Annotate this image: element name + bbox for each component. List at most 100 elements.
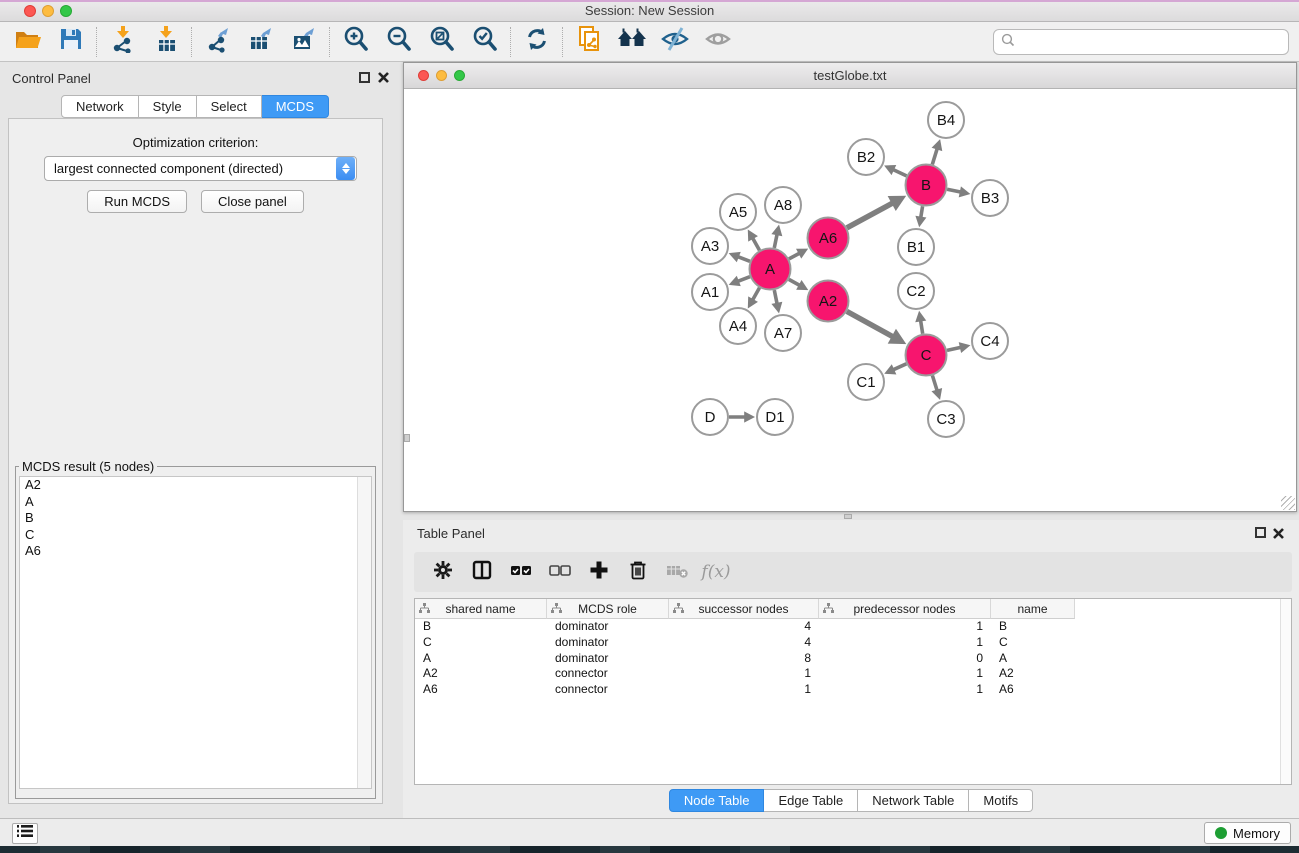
splitpane-grip[interactable] xyxy=(844,514,852,519)
network-window-titlebar[interactable]: testGlobe.txt xyxy=(404,63,1296,89)
graph-edge-B-B4[interactable] xyxy=(932,148,937,165)
export-network-button[interactable] xyxy=(196,25,239,59)
graph-edge-A2-C[interactable] xyxy=(847,311,894,337)
delete-column-button[interactable] xyxy=(623,555,653,589)
tab-network-table[interactable]: Network Table xyxy=(858,789,969,812)
column-header-predecessor-nodes[interactable]: predecessor nodes xyxy=(819,599,991,619)
zoom-fit-button[interactable] xyxy=(420,25,463,59)
add-column-button[interactable] xyxy=(584,555,614,589)
eye-slash-icon xyxy=(660,26,690,57)
graph-edge-A-A8[interactable] xyxy=(774,233,777,248)
export-image-button[interactable] xyxy=(282,25,325,59)
zoom-out-button[interactable] xyxy=(377,25,420,59)
graph-edge-C-C2[interactable] xyxy=(920,319,922,333)
tab-style[interactable]: Style xyxy=(139,95,197,118)
tab-motifs[interactable]: Motifs xyxy=(969,789,1033,812)
splitpane-grip[interactable] xyxy=(404,434,410,442)
table-row[interactable]: A6connector11A6 xyxy=(415,682,1291,698)
graph-edge-A6-B[interactable] xyxy=(847,203,894,228)
graph-edge-arrowhead xyxy=(744,411,755,422)
toolbar-separator xyxy=(96,27,97,57)
table-row[interactable]: Bdominator41B xyxy=(415,619,1291,635)
function-builder-button[interactable]: f(x) xyxy=(701,555,731,589)
mcds-result-title: MCDS result (5 nodes) xyxy=(19,459,157,474)
graph-edge-A-A2[interactable] xyxy=(789,279,801,285)
tab-mcds[interactable]: MCDS xyxy=(262,95,329,118)
float-panel-icon[interactable] xyxy=(359,72,370,83)
column-header-name[interactable]: name xyxy=(991,599,1075,619)
export-table-button[interactable] xyxy=(239,25,282,59)
graph-edge-A-A1[interactable] xyxy=(737,277,750,282)
graph-edge-C-C1[interactable] xyxy=(892,364,906,370)
import-table-button[interactable] xyxy=(144,25,187,59)
graph-edge-arrowhead xyxy=(915,216,926,228)
table-row[interactable]: A2connector11A2 xyxy=(415,666,1291,682)
delete-table-button[interactable] xyxy=(662,555,692,589)
result-scrollbar[interactable] xyxy=(357,477,371,788)
control-panel: Control Panel NetworkStyleSelectMCDS Opt… xyxy=(0,62,390,818)
table-cell: B xyxy=(991,619,1075,635)
import-network-button[interactable] xyxy=(101,25,144,59)
mcds-result-item[interactable]: A xyxy=(20,494,371,511)
table-cell: connector xyxy=(547,682,669,698)
first-neighbors-button[interactable] xyxy=(610,25,653,59)
tab-node-table[interactable]: Node Table xyxy=(669,789,765,812)
graph-edge-arrowhead xyxy=(959,186,971,197)
save-session-button[interactable] xyxy=(49,25,92,59)
tab-select[interactable]: Select xyxy=(197,95,262,118)
graph-edge-B-B2[interactable] xyxy=(892,169,906,176)
table-cell: B xyxy=(415,619,547,635)
memory-button[interactable]: Memory xyxy=(1204,822,1291,844)
task-history-button[interactable] xyxy=(12,823,38,844)
show-all-button[interactable] xyxy=(696,25,739,59)
mcds-result-item[interactable]: B xyxy=(20,510,371,527)
close-panel-icon[interactable] xyxy=(377,71,390,84)
mcds-result-list[interactable]: A2ABCA6 xyxy=(19,476,372,789)
graph-edge-A-A3[interactable] xyxy=(737,256,750,261)
table-settings-button[interactable] xyxy=(428,555,458,589)
search-input[interactable] xyxy=(1016,32,1288,52)
column-header-shared-name[interactable]: shared name xyxy=(415,599,547,619)
column-layout-button[interactable] xyxy=(467,555,497,589)
run-mcds-button[interactable]: Run MCDS xyxy=(87,190,187,213)
close-panel-button[interactable]: Close panel xyxy=(201,190,304,213)
close-panel-icon[interactable] xyxy=(1272,527,1285,540)
mcds-result-item[interactable]: A6 xyxy=(20,543,371,560)
float-panel-icon[interactable] xyxy=(1255,527,1266,538)
table-cell: C xyxy=(991,635,1075,651)
select-all-button[interactable] xyxy=(506,555,536,589)
graph-edge-A-A4[interactable] xyxy=(752,288,759,301)
table-row[interactable]: Cdominator41C xyxy=(415,635,1291,651)
graph-edge-arrowhead xyxy=(771,225,782,237)
tab-edge-table[interactable]: Edge Table xyxy=(764,789,858,812)
graph-edge-arrowhead xyxy=(931,388,942,400)
graph-node-label: B xyxy=(921,177,931,194)
zoom-in-button[interactable] xyxy=(334,25,377,59)
open-session-button[interactable] xyxy=(6,25,49,59)
tab-network[interactable]: Network xyxy=(61,95,139,118)
graph-edge-A-A7[interactable] xyxy=(774,290,777,305)
graph-edge-C-C3[interactable] xyxy=(932,376,937,392)
graph-edge-A-A5[interactable] xyxy=(752,237,759,250)
graph-node-label: A1 xyxy=(701,284,719,301)
zoom-selected-button[interactable] xyxy=(463,25,506,59)
mcds-result-item[interactable]: C xyxy=(20,527,371,544)
criterion-dropdown[interactable]: largest connected component (directed) xyxy=(44,156,357,181)
new-network-from-selection-button[interactable] xyxy=(567,25,610,59)
network-canvas[interactable]: B4B2BB3A5A8A6B1A3AA1C2A2A4A7C4CC1C3DD1 xyxy=(404,89,1296,511)
graph-edge-C-C4[interactable] xyxy=(947,347,962,350)
table-cell: 0 xyxy=(819,651,991,667)
window-resize-grip[interactable] xyxy=(1281,496,1295,510)
refresh-layout-button[interactable] xyxy=(515,25,558,59)
graph-edge-B-B3[interactable] xyxy=(947,189,962,192)
save-floppy-icon xyxy=(58,26,84,57)
search-field[interactable] xyxy=(993,29,1289,55)
mcds-result-item[interactable]: A2 xyxy=(20,477,371,494)
column-header-MCDS-role[interactable]: MCDS role xyxy=(547,599,669,619)
deselect-all-button[interactable] xyxy=(545,555,575,589)
hide-selection-button[interactable] xyxy=(653,25,696,59)
network-graph[interactable]: B4B2BB3A5A8A6B1A3AA1C2A2A4A7C4CC1C3DD1 xyxy=(404,89,1296,511)
table-scrollbar[interactable] xyxy=(1280,599,1291,784)
table-row[interactable]: Adominator80A xyxy=(415,651,1291,667)
column-header-successor-nodes[interactable]: successor nodes xyxy=(669,599,819,619)
